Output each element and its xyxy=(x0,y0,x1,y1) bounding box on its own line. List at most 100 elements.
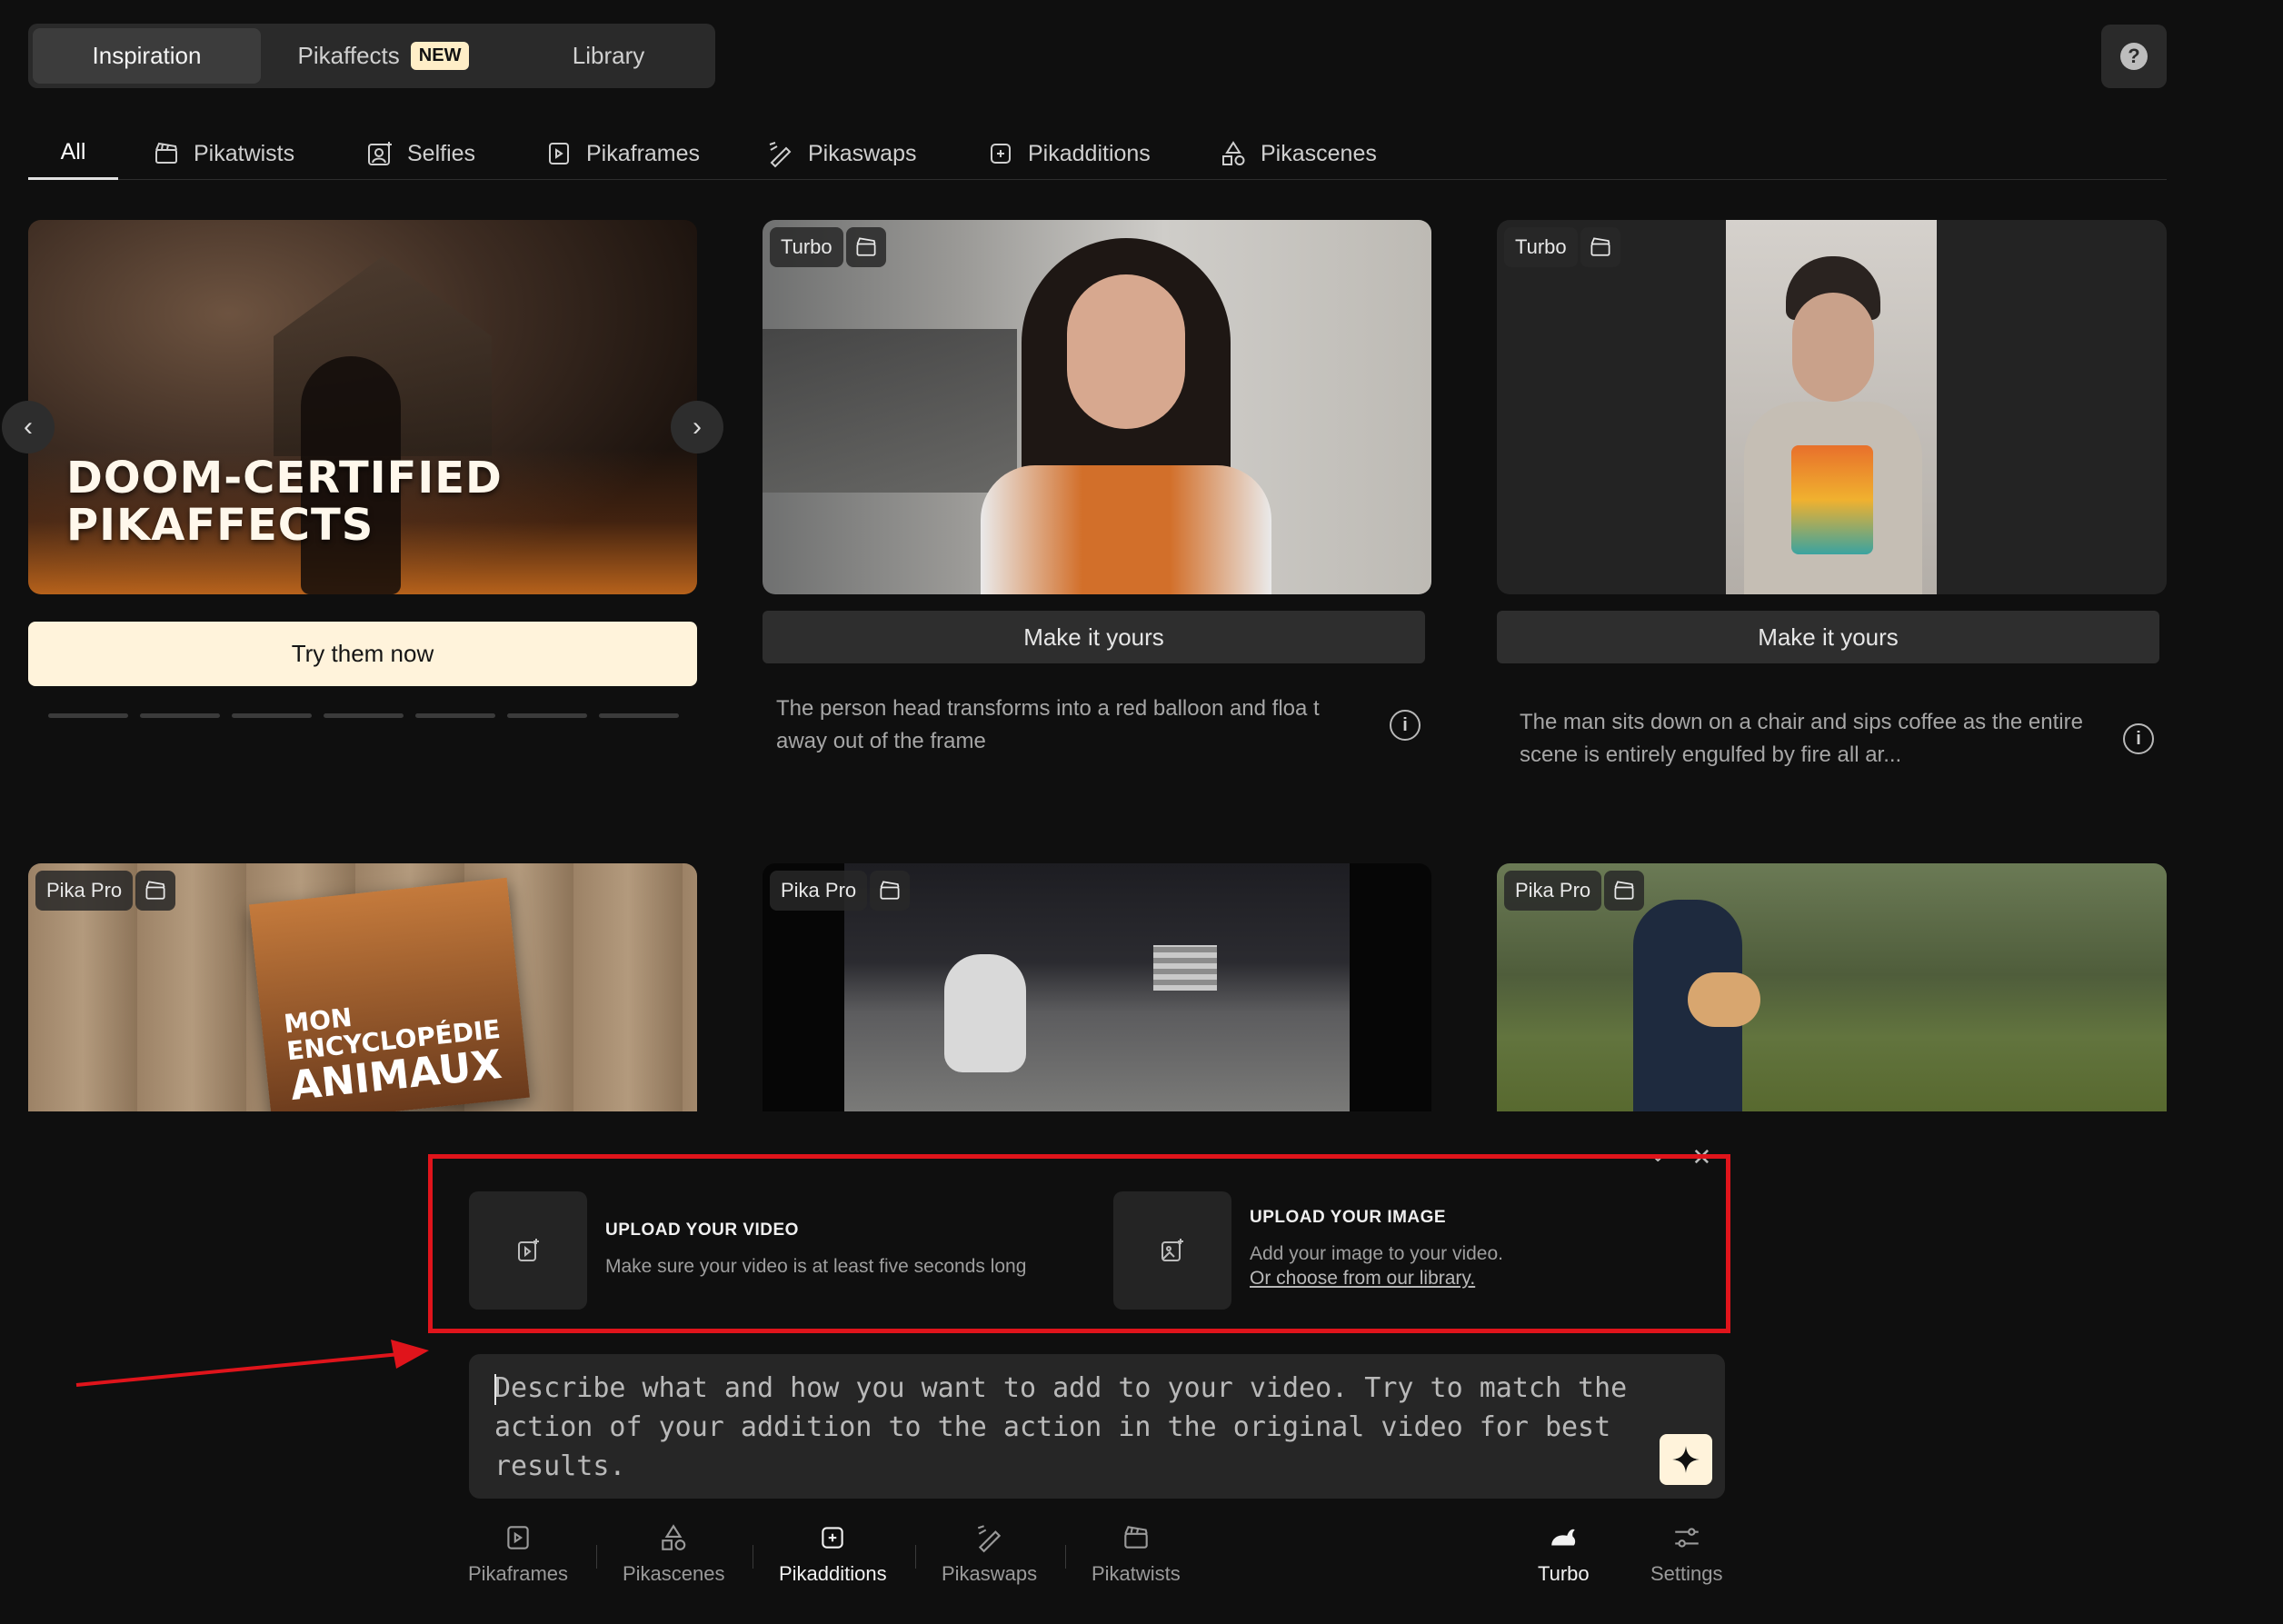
toolbar-pikatwists[interactable]: Pikatwists xyxy=(1092,1522,1181,1586)
cat-shape xyxy=(1688,972,1760,1027)
promo-title: DOOM-CERTIFIED PIKAFFECTS xyxy=(66,454,503,549)
toolbar-pikaframes[interactable]: Pikaframes xyxy=(468,1522,568,1586)
category-tab-pikatwists[interactable]: Pikatwists xyxy=(152,127,294,180)
selfie-icon xyxy=(368,142,392,165)
category-tab-pikaframes[interactable]: Pikaframes xyxy=(544,127,700,180)
category-tab-pikadditions-label: Pikadditions xyxy=(1028,140,1151,166)
upload-image-option[interactable]: UPLOAD YOUR IMAGE Add your image to your… xyxy=(1113,1191,1503,1310)
example-card-moon[interactable]: Pika Pro xyxy=(763,863,1431,1111)
sliders-icon xyxy=(1675,1528,1699,1548)
person-face xyxy=(1067,274,1185,429)
info-icon[interactable]: i xyxy=(1390,710,1421,741)
carousel-dot[interactable] xyxy=(599,713,679,718)
category-tab-pikadditions[interactable]: Pikadditions xyxy=(986,127,1151,180)
clapperboard-icon xyxy=(155,142,177,164)
card-description: The person head transforms into a red ba… xyxy=(776,696,1320,753)
category-tab-selfies[interactable]: Selfies xyxy=(365,127,475,180)
toolbar-settings-label: Settings xyxy=(1650,1562,1723,1585)
flag-shape xyxy=(1153,945,1217,991)
category-tab-pikaswaps[interactable]: Pikaswaps xyxy=(766,127,917,180)
choose-from-library-link[interactable]: Or choose from our library. xyxy=(1250,1268,1503,1290)
example-card-book[interactable]: MON ENCYCLOPÉDIE ANIMAUX Pika Pro xyxy=(28,863,697,1111)
pika-pro-badge: Pika Pro xyxy=(770,871,868,911)
carousel-next-button[interactable]: › xyxy=(671,401,723,453)
carousel-dot[interactable] xyxy=(324,713,404,718)
carousel-dot[interactable] xyxy=(507,713,587,718)
toolbar-pikadditions-label: Pikadditions xyxy=(779,1562,887,1585)
toolbar-settings[interactable]: Settings xyxy=(1650,1522,1723,1586)
red-arrow-annotation xyxy=(75,1340,429,1387)
toolbar-pikadditions[interactable]: Pikadditions xyxy=(779,1522,887,1586)
add-frame-icon xyxy=(822,1527,843,1549)
toolbar-pikaframes-label: Pikaframes xyxy=(468,1562,569,1585)
clapperboard-icon xyxy=(1590,237,1610,256)
tab-inspiration[interactable]: Inspiration xyxy=(33,28,261,84)
info-icon[interactable]: i xyxy=(2123,723,2154,754)
category-tab-pikatwists-label: Pikatwists xyxy=(194,140,295,166)
make-it-yours-button[interactable]: Make it yours xyxy=(1497,611,2159,663)
example-card-fire[interactable]: Turbo xyxy=(1497,220,2167,594)
category-tab-pikaframes-label: Pikaframes xyxy=(586,140,701,166)
book-title: MON ENCYCLOPÉDIE ANIMAUX xyxy=(283,989,506,1110)
turbo-badge: Turbo xyxy=(1504,227,1578,267)
promo-title-line2: PIKAFFECTS xyxy=(66,500,374,551)
question-circle-icon: ? xyxy=(2120,43,2148,70)
chevron-left-icon: ‹ xyxy=(24,412,33,442)
example-card-cat[interactable]: Pika Pro xyxy=(1497,863,2167,1111)
carousel-dot[interactable] xyxy=(232,713,312,718)
rabbit-icon xyxy=(1551,1529,1576,1546)
carousel-prev-button[interactable]: ‹ xyxy=(2,401,55,453)
pika-pro-badge: Pika Pro xyxy=(35,871,134,911)
shirt-graphic xyxy=(1791,445,1873,554)
brush-icon xyxy=(977,1525,1001,1553)
upload-video-option[interactable]: UPLOAD YOUR VIDEO Make sure your video i… xyxy=(469,1191,1026,1310)
generate-button[interactable] xyxy=(1660,1434,1712,1485)
toolbar-pikaswaps[interactable]: Pikaswaps xyxy=(942,1522,1037,1586)
clapperboard-icon xyxy=(880,881,900,900)
brush-icon xyxy=(769,142,792,168)
category-tab-all[interactable]: All xyxy=(28,127,118,180)
upload-image-title: UPLOAD YOUR IMAGE xyxy=(1250,1208,1447,1227)
person-face xyxy=(1792,293,1874,402)
person-top xyxy=(981,465,1271,594)
help-button[interactable]: ? xyxy=(2101,25,2167,88)
shapes-icon xyxy=(1222,141,1245,165)
upload-video-tile[interactable] xyxy=(469,1191,587,1310)
turbo-badge: Turbo xyxy=(770,227,843,267)
clapperboard-icon xyxy=(145,881,165,900)
carousel-dot[interactable] xyxy=(415,713,495,718)
tab-library[interactable]: Library xyxy=(506,28,711,84)
tab-pikaffects[interactable]: Pikaffects NEW xyxy=(261,28,506,84)
toolbar-divider xyxy=(1065,1545,1066,1569)
clapperboard-icon xyxy=(1124,1526,1148,1549)
frames-icon xyxy=(507,1526,529,1549)
try-them-now-button[interactable]: Try them now xyxy=(28,622,697,686)
make-it-yours-button[interactable]: Make it yours xyxy=(763,611,1425,663)
toolbar-divider xyxy=(596,1545,597,1569)
clapperboard-badge xyxy=(135,871,175,911)
clapperboard-icon xyxy=(856,237,876,256)
video-upload-icon xyxy=(518,1239,539,1261)
toolbar-pikascenes-label: Pikascenes xyxy=(623,1562,725,1585)
prompt-input[interactable]: Describe what and how you want to add to… xyxy=(469,1354,1725,1499)
promo-card[interactable]: DOOM-CERTIFIED PIKAFFECTS xyxy=(28,220,697,594)
astronaut-shape xyxy=(944,954,1026,1072)
carousel-dot[interactable] xyxy=(48,713,128,718)
example-card-balloon[interactable]: Turbo xyxy=(763,220,1431,594)
upload-video-title: UPLOAD YOUR VIDEO xyxy=(605,1220,799,1240)
carousel-dot[interactable] xyxy=(140,713,220,718)
toolbar-pikascenes[interactable]: Pikascenes xyxy=(623,1522,725,1586)
clapperboard-badge xyxy=(1580,227,1620,267)
toolbar-turbo[interactable]: Turbo xyxy=(1538,1522,1590,1586)
clapperboard-badge xyxy=(870,871,910,911)
toolbar-pikatwists-label: Pikatwists xyxy=(1092,1562,1181,1585)
upload-image-subtitle: Add your image to your video. xyxy=(1250,1243,1503,1264)
tab-pikaffects-label: Pikaffects xyxy=(297,42,400,69)
promo-title-line1: DOOM-CERTIFIED xyxy=(66,453,503,503)
upload-image-tile[interactable] xyxy=(1113,1191,1231,1310)
category-tab-pikascenes[interactable]: Pikascenes xyxy=(1219,127,1377,180)
category-tab-selfies-label: Selfies xyxy=(407,140,476,166)
new-badge: NEW xyxy=(410,42,470,70)
upload-video-subtitle: Make sure your video is at least five se… xyxy=(605,1256,1027,1277)
card-thumbnail xyxy=(844,863,1350,1111)
